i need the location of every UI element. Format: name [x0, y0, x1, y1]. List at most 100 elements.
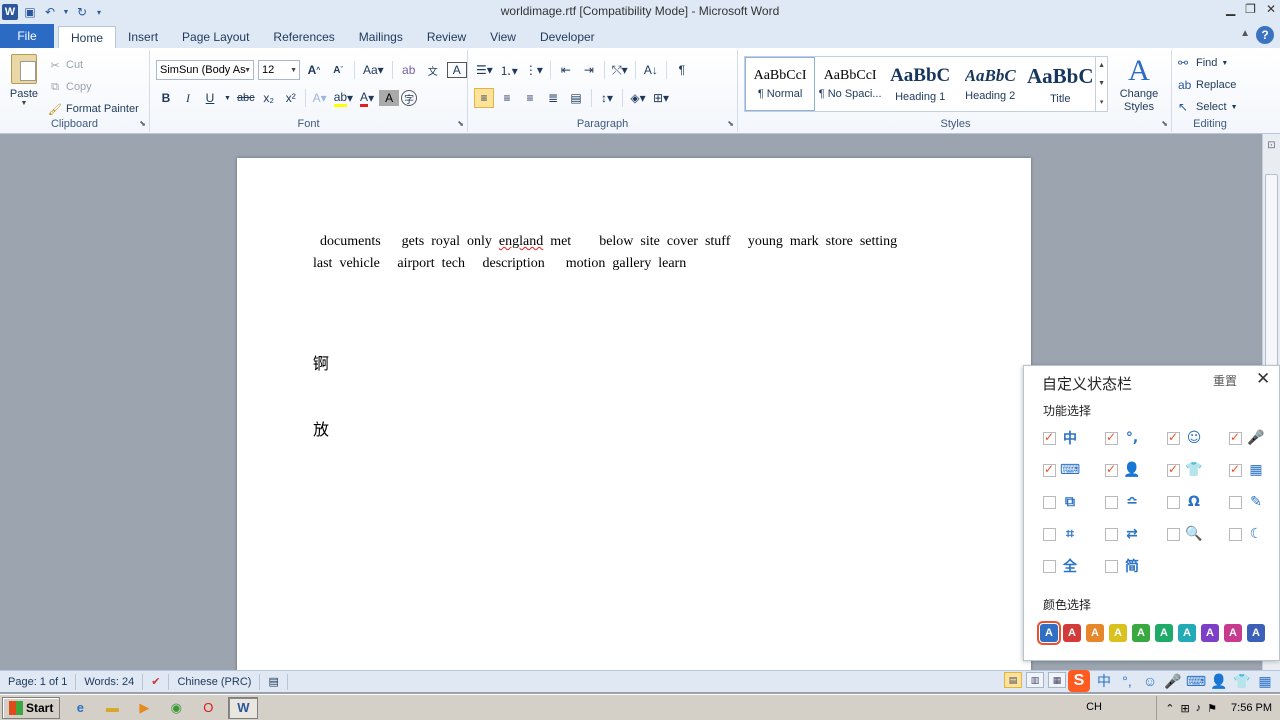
styles-scroll[interactable]: ▲ ▼ ▾ — [1095, 57, 1107, 111]
font-color-button[interactable]: A ▾ — [357, 88, 377, 108]
keyboard-icon[interactable]: ⌨ — [1186, 672, 1206, 690]
justify-button[interactable]: ≣ — [543, 88, 563, 108]
increase-indent-button[interactable]: ⇥ — [579, 60, 599, 80]
option-translate[interactable]: ⇄ — [1105, 525, 1141, 543]
show-hidden-icons-icon[interactable]: ⌃ — [1165, 702, 1174, 715]
punctuation-icon[interactable]: °, — [1118, 672, 1136, 690]
option-checkbox[interactable] — [1229, 462, 1242, 477]
help-icon[interactable]: ? — [1256, 26, 1274, 44]
toolbox-icon[interactable]: ▦ — [1256, 672, 1274, 690]
color-swatch[interactable]: A — [1201, 624, 1219, 642]
option-skin[interactable]: 👕 — [1167, 461, 1203, 479]
folder-icon[interactable]: ▬ — [100, 697, 124, 719]
user-icon[interactable]: 👤 — [1210, 672, 1228, 690]
styles-launcher-icon[interactable]: ⬊ — [1161, 119, 1168, 128]
change-styles-button[interactable]: A Change Styles — [1114, 54, 1164, 114]
paste-button[interactable]: Paste ▼ — [6, 52, 42, 110]
distributed-button[interactable]: ▤ — [566, 88, 586, 108]
option-checkbox[interactable] — [1167, 527, 1180, 541]
close-icon[interactable]: ✕ — [1266, 2, 1276, 16]
color-swatch[interactable]: A — [1132, 624, 1150, 642]
style-title[interactable]: AaBbC Title — [1025, 57, 1095, 111]
asian-layout-button[interactable]: ⤲▾ — [610, 60, 630, 80]
word-taskbar-icon[interactable]: W — [228, 696, 259, 719]
underline-dropdown-icon[interactable]: ▼ — [222, 88, 233, 108]
page-count[interactable]: Page: 1 of 1 — [0, 673, 77, 690]
word-logo-icon[interactable]: W — [2, 4, 18, 20]
replace-button[interactable]: ab Replace — [1178, 74, 1238, 96]
option-checkbox[interactable] — [1043, 462, 1056, 477]
cut-button[interactable]: ✂ Cut — [48, 54, 139, 76]
document-page[interactable]: documents gets royal only england met be… — [237, 158, 1031, 670]
format-painter-button[interactable]: 🖌 Format Painter — [48, 98, 139, 120]
tab-developer[interactable]: Developer — [528, 26, 607, 48]
color-swatch[interactable]: A — [1109, 624, 1127, 642]
option-fullwidth[interactable]: 全 — [1043, 557, 1079, 575]
sogou-logo-icon[interactable]: S — [1068, 670, 1090, 692]
word-count[interactable]: Words: 24 — [76, 673, 144, 690]
text-effects-button[interactable]: A▾ — [310, 88, 330, 108]
italic-button[interactable]: I — [178, 88, 198, 108]
style-heading-2[interactable]: AaBbC Heading 2 — [955, 57, 1025, 111]
option-crop[interactable]: ⌗ — [1043, 525, 1079, 543]
option-checkbox[interactable] — [1167, 430, 1180, 445]
macro-record-icon[interactable]: ▤ — [260, 673, 288, 690]
superscript-button[interactable]: x² — [281, 88, 301, 108]
tab-page-layout[interactable]: Page Layout — [170, 26, 261, 48]
media-player-icon[interactable]: ▶ — [132, 697, 156, 719]
highlight-button[interactable]: ab ▾ — [332, 88, 355, 108]
enclose-characters-icon[interactable]: 字 — [401, 90, 418, 106]
line-spacing-button[interactable]: ↕▾ — [597, 88, 617, 108]
scroll-up-icon[interactable]: ▲ — [1098, 62, 1105, 69]
option-checkbox[interactable] — [1105, 559, 1118, 573]
start-button[interactable]: Start — [2, 696, 61, 719]
tab-view[interactable]: View — [478, 26, 528, 48]
option-account[interactable]: 👤 — [1105, 461, 1141, 479]
style-no-spacing[interactable]: AaBbCcI ¶ No Spaci... — [815, 57, 885, 111]
tab-mailings[interactable]: Mailings — [347, 26, 415, 48]
ruler-toggle-icon[interactable]: ⊡ — [1265, 140, 1278, 156]
option-search[interactable]: 🔍 — [1167, 525, 1203, 543]
color-swatch[interactable]: A — [1086, 624, 1104, 642]
minimize-ribbon-icon[interactable]: ▲ — [1240, 28, 1250, 39]
microphone-icon[interactable]: 🎤 — [1164, 672, 1182, 690]
save-icon[interactable]: ▣ — [22, 4, 38, 20]
color-swatch[interactable]: A — [1178, 624, 1196, 642]
option-checkbox[interactable] — [1167, 462, 1180, 477]
network-icon[interactable]: ⊞ — [1180, 702, 1189, 715]
option-smiley-text[interactable]: ≏ — [1105, 493, 1141, 511]
option-checkbox[interactable] — [1043, 527, 1056, 541]
option-chinese-mode[interactable]: 中 — [1043, 429, 1079, 447]
color-swatch[interactable]: A — [1063, 624, 1081, 642]
character-shading-icon[interactable]: A — [379, 90, 400, 106]
shrink-font-button[interactable]: Aˇ — [328, 60, 348, 80]
align-right-button[interactable]: ≡ — [520, 88, 540, 108]
bold-button[interactable]: B — [156, 88, 176, 108]
option-checkbox[interactable] — [1105, 527, 1118, 541]
option-checkbox[interactable] — [1167, 495, 1180, 509]
undo-icon[interactable]: ↶ — [42, 4, 58, 20]
scroll-thumb[interactable] — [1265, 174, 1278, 374]
emoji-icon[interactable]: ☺ — [1141, 672, 1159, 690]
subscript-button[interactable]: x₂ — [259, 88, 279, 108]
tab-file[interactable]: File — [0, 24, 54, 48]
style-heading-1[interactable]: AaBbC Heading 1 — [885, 57, 955, 111]
character-border-icon[interactable]: A — [446, 62, 467, 78]
phonetic-guide-icon[interactable]: 文 — [423, 60, 443, 80]
ie-icon[interactable]: e — [68, 697, 92, 719]
shading-button[interactable]: ◈▾ — [628, 88, 648, 108]
print-layout-icon[interactable]: ▤ — [1004, 672, 1022, 688]
decrease-indent-button[interactable]: ⇤ — [556, 60, 576, 80]
option-emoji[interactable]: ☺ — [1167, 429, 1203, 447]
volume-icon[interactable]: ♪ — [1196, 702, 1202, 714]
scroll-down-icon[interactable]: ▼ — [1098, 80, 1105, 87]
skin-icon[interactable]: 👕 — [1233, 672, 1251, 690]
center-button[interactable]: ≡ — [497, 88, 517, 108]
multilevel-list-button[interactable]: ⋮▾ — [523, 60, 545, 80]
flag-icon[interactable]: ⚑ — [1207, 702, 1217, 715]
restore-icon[interactable]: ❐ — [1245, 2, 1256, 16]
color-swatch[interactable]: A — [1224, 624, 1242, 642]
clipboard-launcher-icon[interactable]: ⬊ — [139, 119, 146, 128]
copy-button[interactable]: ⧉ Copy — [48, 76, 139, 98]
grow-font-button[interactable]: A ^ — [304, 60, 324, 80]
